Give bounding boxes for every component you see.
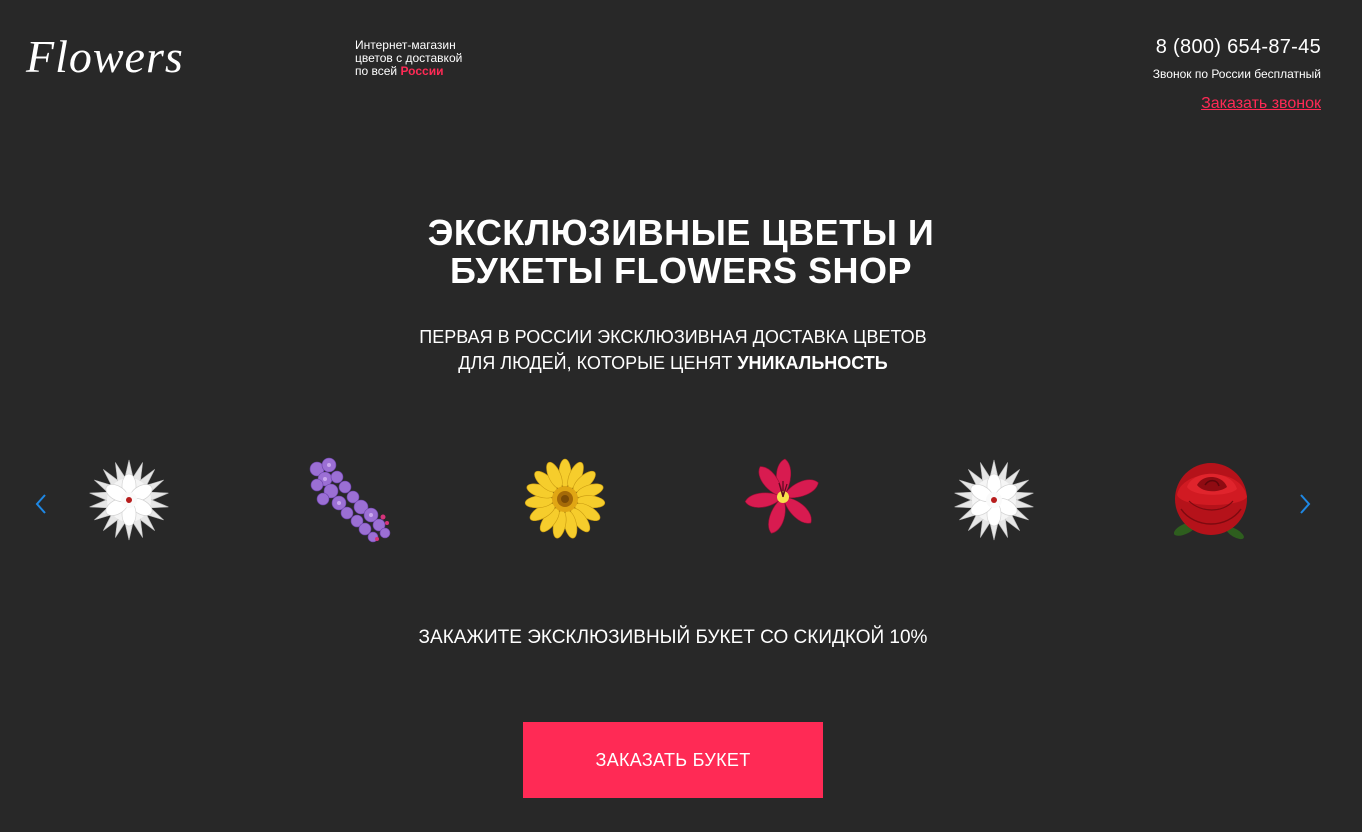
- chevron-left-icon[interactable]: [34, 492, 48, 516]
- promo-text: ЗАКАЖИТЕ ЭКСКЛЮЗИВНЫЙ БУКЕТ СО СКИДКОЙ 1…: [418, 627, 928, 648]
- phone-note: Звонок по России бесплатный: [1152, 67, 1321, 81]
- subtitle-prefix: ДЛЯ ЛЮДЕЙ, КОТОРЫЕ ЦЕНЯТ: [458, 353, 738, 373]
- flower-pink-alstroemeria[interactable]: [738, 455, 828, 545]
- logo[interactable]: Flowers: [26, 30, 184, 83]
- subtitle-line: ПЕРВАЯ В РОССИИ ЭКСКЛЮЗИВНАЯ ДОСТАВКА ЦВ…: [419, 327, 927, 347]
- flower-red-rose[interactable]: [1166, 455, 1256, 545]
- page-title: ЭКСКЛЮЗИВНЫЕ ЦВЕТЫ И БУКЕТЫ FLOWERS SHOP: [0, 214, 1362, 290]
- tagline: Интернет-магазин цветов с доставкой по в…: [355, 39, 462, 78]
- page-subtitle: ПЕРВАЯ В РОССИИ ЭКСКЛЮЗИВНАЯ ДОСТАВКА ЦВ…: [0, 324, 1346, 376]
- tagline-line: по всей России: [355, 65, 462, 78]
- flower-lilac[interactable]: [303, 455, 393, 545]
- order-bouquet-button[interactable]: ЗАКАЗАТЬ БУКЕТ: [523, 722, 823, 798]
- title-line: БУКЕТЫ FLOWERS SHOP: [449, 250, 913, 291]
- chevron-right-icon[interactable]: [1298, 492, 1312, 516]
- tagline-prefix: по всей: [355, 64, 401, 78]
- landing-page: Flowers Интернет-магазин цветов с достав…: [0, 0, 1362, 832]
- title-line: ЭКСКЛЮЗИВНЫЕ ЦВЕТЫ И: [427, 212, 935, 253]
- subtitle-emphasis: УНИКАЛЬНОСТЬ: [737, 353, 888, 373]
- request-callback-link[interactable]: Заказать звонок: [1201, 95, 1321, 113]
- tagline-accent: России: [400, 64, 444, 78]
- flower-white-dahlia[interactable]: [84, 455, 174, 545]
- subtitle-line: ДЛЯ ЛЮДЕЙ, КОТОРЫЕ ЦЕНЯТ УНИКАЛЬНОСТЬ: [0, 350, 1346, 376]
- phone-number[interactable]: 8 (800) 654-87-45: [1153, 36, 1321, 59]
- contacts: 8 (800) 654-87-45 Звонок по России беспл…: [1153, 36, 1321, 113]
- flower-yellow-gerbera[interactable]: [520, 455, 610, 545]
- flower-white-dahlia[interactable]: [949, 455, 1039, 545]
